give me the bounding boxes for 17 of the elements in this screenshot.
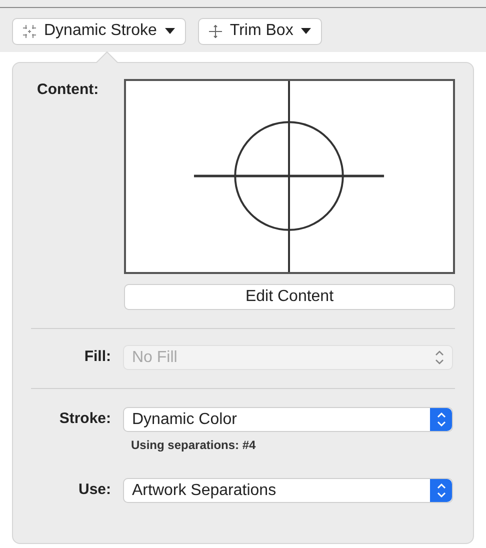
popup-select[interactable]: Artwork Separations	[123, 478, 453, 503]
crosshair-icon	[208, 24, 222, 38]
crop-marks-icon	[23, 24, 36, 38]
content-label: Content:	[36, 80, 100, 100]
field-label: Fill:	[83, 347, 112, 368]
separations-note: Using separations: #4	[131, 437, 257, 454]
toolbar-menu-button[interactable]: Trim Box	[198, 18, 322, 44]
popup-select[interactable]: Dynamic Color	[123, 407, 453, 432]
edit-content-button[interactable]: Edit Content	[124, 284, 455, 310]
stepper-icon	[430, 479, 452, 502]
stepper-icon	[435, 350, 444, 365]
field-label: Use:	[77, 480, 112, 500]
caret-icon	[301, 28, 312, 34]
toolbar-menu-button[interactable]: Dynamic Stroke	[12, 18, 186, 44]
caret-icon	[164, 28, 175, 34]
stepper-icon	[430, 408, 452, 431]
field-label: Stroke:	[58, 409, 112, 430]
